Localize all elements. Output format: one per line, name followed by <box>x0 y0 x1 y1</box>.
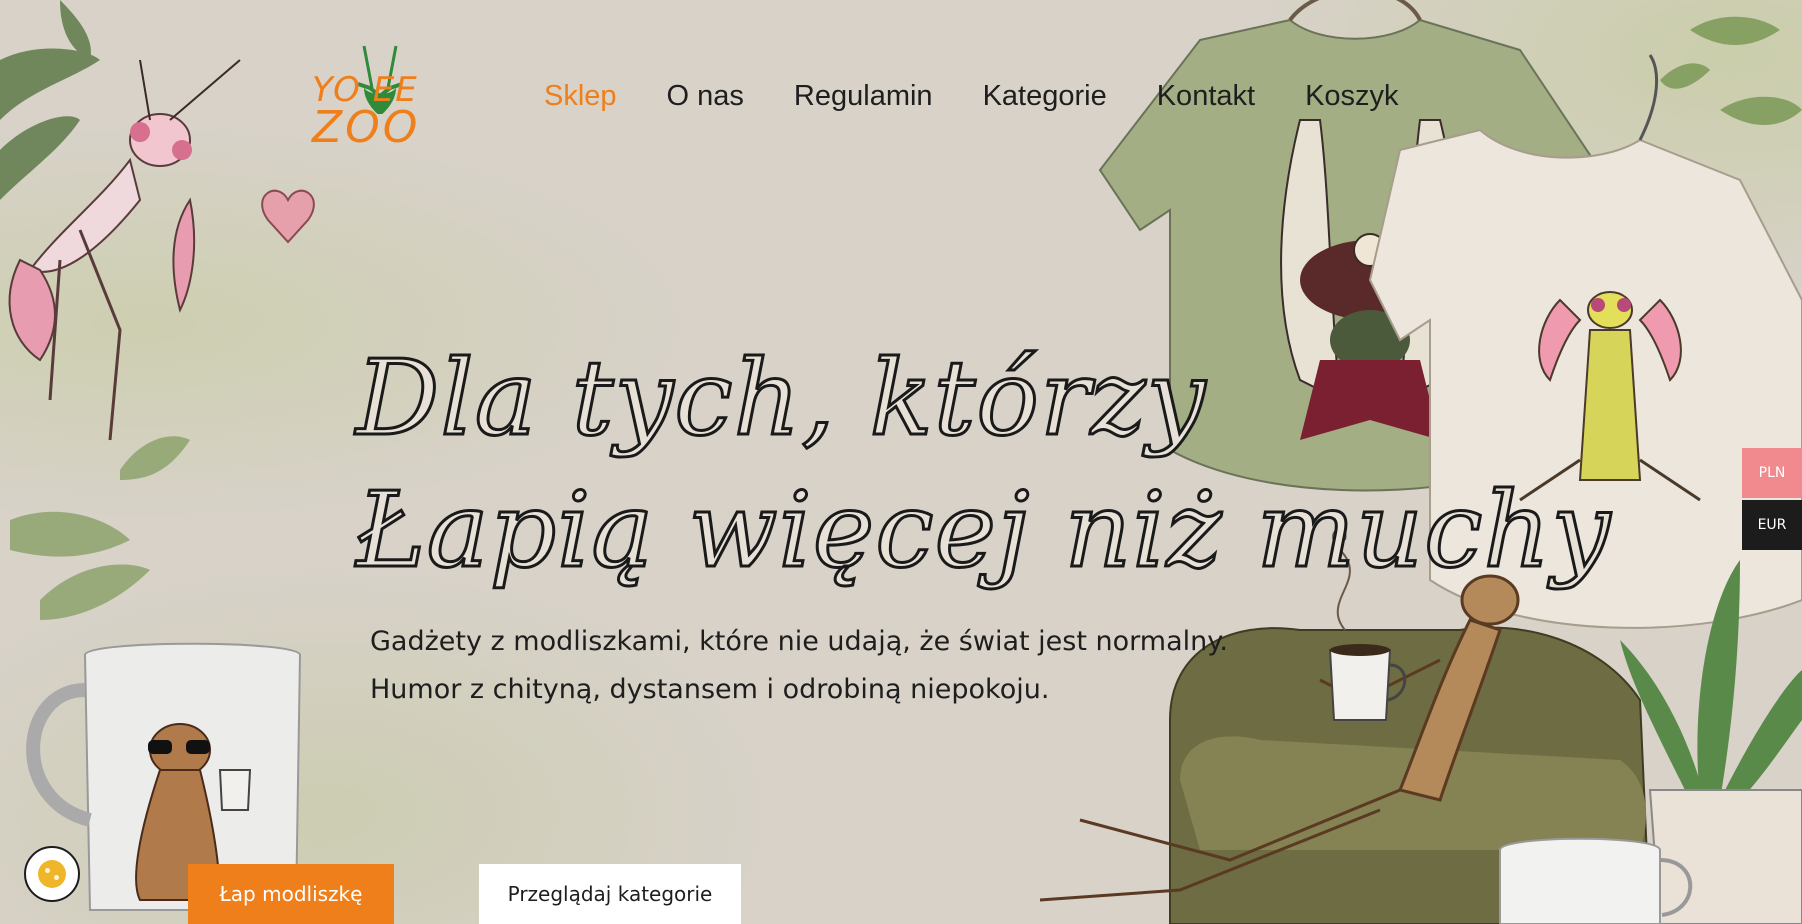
nav-item-regulamin[interactable]: Regulamin <box>794 80 933 113</box>
hero-title: Dla tych, którzy Łapią więcej niż muchy <box>355 332 1612 596</box>
currency-eur-button[interactable]: EUR <box>1742 500 1802 550</box>
hero-title-line-1: Dla tych, którzy <box>355 336 1207 461</box>
cookie-icon <box>38 860 66 888</box>
hero-subtitle: Gadżety z modliszkami, które nie udają, … <box>370 618 1228 714</box>
cookie-settings-button[interactable] <box>24 846 80 902</box>
catch-mantis-button[interactable]: Łap modliszkę <box>188 864 394 924</box>
nav-item-sklep[interactable]: Sklep <box>544 80 617 113</box>
nav-item-kategorie[interactable]: Kategorie <box>983 80 1107 113</box>
nav-item-kontakt[interactable]: Kontakt <box>1157 80 1255 113</box>
browse-categories-button[interactable]: Przeglądaj kategorie <box>479 864 741 924</box>
main-nav: Sklep O nas Regulamin Kategorie Kontakt … <box>544 80 1399 113</box>
hero-page: YO EE ZOO Sklep O nas Regulamin Kategori… <box>0 0 1802 924</box>
currency-pln-button[interactable]: PLN <box>1742 448 1802 498</box>
nav-item-o-nas[interactable]: O nas <box>667 80 744 113</box>
hero-subtitle-line-2: Humor z chityną, dystansem i odrobiną ni… <box>370 674 1050 705</box>
logo[interactable]: YO EE ZOO <box>312 44 452 153</box>
currency-switcher: PLN EUR <box>1742 448 1802 552</box>
nav-item-koszyk[interactable]: Koszyk <box>1305 80 1398 113</box>
hero-title-line-2: Łapią więcej niż muchy <box>355 468 1612 593</box>
hero-subtitle-line-1: Gadżety z modliszkami, które nie udają, … <box>370 626 1228 657</box>
logo-text-bottom: ZOO <box>312 102 421 153</box>
